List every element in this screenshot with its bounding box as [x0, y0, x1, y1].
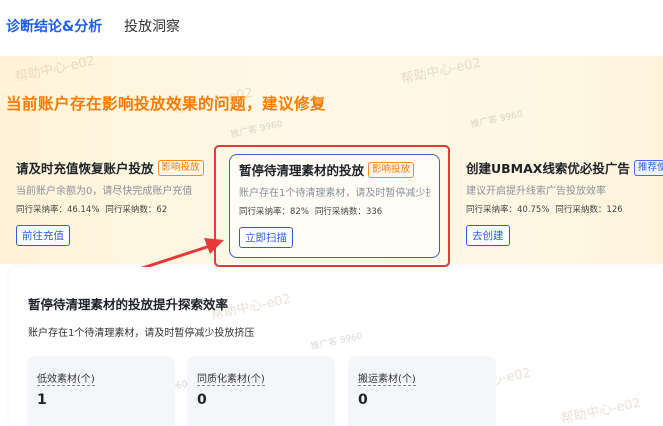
adoption-count: 同行采纳数：126 — [555, 205, 623, 215]
metric-value: 1 — [37, 392, 47, 408]
banner-title: 当前账户存在影响投放效果的问题，建议修复 — [6, 95, 327, 113]
detail-subtitle: 账户存在1个待清理素材，请及时暂停减少投放挤压 — [28, 328, 255, 339]
card-description: 建议开启提升线索广告投放效率 — [466, 186, 606, 197]
metric-low-efficiency[interactable]: 低效素材(个) 1 — [27, 356, 175, 426]
adoption-rate: 同行采纳率：40.75% — [466, 205, 550, 215]
metric-value: 0 — [197, 392, 207, 408]
adoption-rate: 同行采纳率：46.14% — [16, 205, 100, 215]
card-stats: 同行采纳率：40.75% 同行采纳数：126 — [466, 203, 655, 215]
tab-diagnosis[interactable]: 诊断结论&分析 — [6, 16, 102, 36]
create-button[interactable]: 去创建 — [466, 225, 510, 246]
tab-insights[interactable]: 投放洞察 — [124, 16, 180, 36]
adoption-count: 同行采纳数：62 — [105, 205, 168, 215]
metric-value: 0 — [358, 392, 368, 408]
metric-label: 搬运素材(个) — [358, 370, 416, 386]
suggestion-card-recharge: 请及时充值恢复账户投放 影响投放 当前账户余额为0，请尽快完成账户充值 同行采纳… — [8, 150, 213, 250]
card-title: 创建UBMAX线索优必投广告 — [466, 161, 630, 176]
suggestion-card-ubmax: 创建UBMAX线索优必投广告 推荐使用 建议开启提升线索广告投放效率 同行采纳率… — [458, 150, 663, 250]
tab-bar: 诊断结论&分析 投放洞察 — [0, 0, 663, 52]
metric-label: 同质化素材(个) — [197, 370, 265, 386]
metric-label: 低效素材(个) — [37, 370, 95, 386]
recharge-button[interactable]: 前往充值 — [16, 225, 70, 246]
impact-badge: 影响投放 — [157, 159, 204, 176]
detail-title: 暂停待清理素材的投放提升探索效率 — [28, 297, 229, 312]
card-description: 当前账户余额为0，请尽快完成账户充值 — [16, 186, 193, 197]
card-stats: 同行采纳率：46.14% 同行采纳数：62 — [16, 203, 205, 215]
annotation-highlight-box — [214, 145, 450, 267]
metric-copied[interactable]: 搬运素材(个) 0 — [348, 356, 496, 426]
card-title: 请及时充值恢复账户投放 — [16, 161, 154, 176]
metric-homogeneous[interactable]: 同质化素材(个) 0 — [187, 356, 335, 426]
recommend-badge: 推荐使用 — [633, 159, 663, 176]
